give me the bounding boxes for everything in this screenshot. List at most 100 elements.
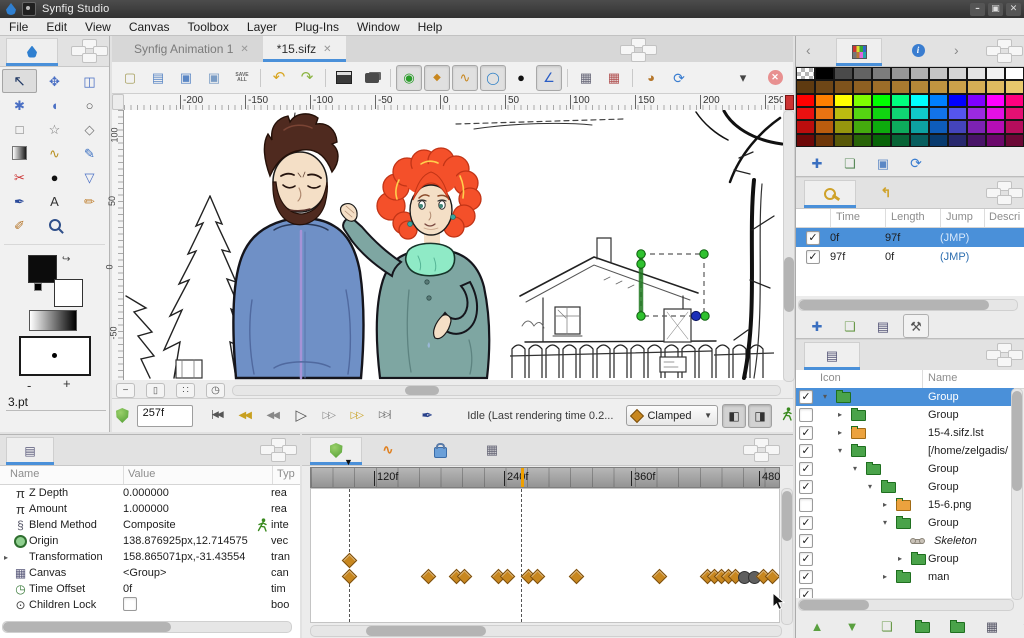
palette-swatch[interactable]: [910, 133, 929, 147]
save-button[interactable]: ▣: [870, 151, 896, 175]
transform-tool-button[interactable]: ↖: [2, 69, 37, 93]
pen-tool-button[interactable]: ✒: [2, 189, 37, 213]
palette-swatch[interactable]: [815, 133, 834, 147]
palette-swatch[interactable]: [891, 120, 910, 134]
expander-icon[interactable]: ▸: [835, 410, 845, 419]
next-frame-button[interactable]: ▷▷: [315, 405, 341, 427]
param-checkbox[interactable]: [123, 596, 137, 611]
fill-color-swatch[interactable]: [54, 279, 83, 307]
render-button[interactable]: [331, 65, 357, 91]
reset-colors-icon[interactable]: [34, 283, 42, 291]
palette-swatch[interactable]: [929, 80, 948, 94]
palette-swatch[interactable]: [815, 93, 834, 107]
palette-swatch[interactable]: [891, 93, 910, 107]
expander-icon[interactable]: ▸: [880, 500, 890, 509]
dock-handle[interactable]: [986, 343, 1023, 367]
close-tab-icon[interactable]: ✕: [323, 44, 331, 55]
stop-button[interactable]: ✕: [762, 65, 788, 91]
outline-width-field[interactable]: 3.pt: [6, 394, 106, 411]
palette-swatch[interactable]: [872, 67, 891, 81]
layer-row[interactable]: ✓ ▾ Group: [796, 514, 1014, 532]
palette-swatch[interactable]: [796, 80, 815, 94]
palette-swatch[interactable]: [948, 120, 967, 134]
palette-swatch[interactable]: [929, 133, 948, 147]
layer-row[interactable]: ✓ Skeleton: [796, 532, 1014, 550]
menu-help[interactable]: Help: [409, 19, 452, 35]
ruler-corner[interactable]: [112, 94, 124, 110]
minimize-button[interactable]: –: [970, 2, 985, 16]
width-decrease-button[interactable]: -: [27, 378, 31, 393]
palette-swatch[interactable]: [834, 106, 853, 121]
param-value[interactable]: Composite: [123, 519, 253, 531]
palette-swatch[interactable]: [834, 80, 853, 94]
palette-swatch[interactable]: [929, 106, 948, 121]
layer-checkbox[interactable]: [799, 498, 813, 512]
refresh-button[interactable]: ⟳: [903, 151, 929, 175]
dock-handle[interactable]: [986, 39, 1023, 63]
palette-swatch[interactable]: [796, 120, 815, 134]
layers-horizontal-scrollbar[interactable]: [798, 599, 1014, 611]
interpolation-dropdown[interactable]: Clamped ▼: [626, 405, 718, 426]
tab-keyframes[interactable]: [804, 180, 856, 208]
menu-view[interactable]: View: [76, 19, 120, 35]
palette-swatch[interactable]: [986, 133, 1005, 147]
mirror-tool-button[interactable]: ◫: [72, 69, 107, 93]
layers-vertical-scrollbar[interactable]: [1011, 388, 1023, 600]
vertex-ducks-button[interactable]: ◆: [424, 64, 450, 91]
expander-icon[interactable]: ▾: [835, 446, 845, 455]
palette-swatch[interactable]: [834, 120, 853, 134]
tab-library[interactable]: ▦: [472, 437, 512, 462]
waypoint-diamond[interactable]: [568, 568, 585, 585]
smooth-move-tool-button[interactable]: ✥: [37, 69, 72, 93]
waypoint-diamond[interactable]: [420, 568, 437, 585]
palette-swatch[interactable]: [853, 67, 872, 81]
palette-swatch[interactable]: [872, 93, 891, 107]
palette-swatch[interactable]: [948, 106, 967, 121]
palette-swatch[interactable]: [967, 133, 986, 147]
text-tool-button[interactable]: A: [37, 189, 72, 213]
open-button[interactable]: ▤: [145, 65, 171, 91]
rectangle-tool-button[interactable]: □: [2, 117, 37, 141]
layer-row[interactable]: ✓ ▾ Group: [796, 460, 1014, 478]
waypoint-diamond[interactable]: [651, 568, 668, 585]
redo-button[interactable]: ↷: [294, 65, 320, 91]
palette-swatch[interactable]: [1005, 106, 1024, 121]
palette-swatch[interactable]: [796, 133, 815, 147]
seek-end-button[interactable]: ▷▷|: [371, 405, 397, 427]
waypoint-diamond[interactable]: [341, 552, 358, 569]
time-cursor[interactable]: [521, 468, 524, 487]
palette-swatch[interactable]: [929, 120, 948, 134]
delete-layer-button[interactable]: ▦: [979, 614, 1005, 638]
layer-row[interactable]: ✓ ▸ man: [796, 568, 1014, 586]
page-small-button[interactable]: ▯: [146, 383, 165, 398]
layer-checkbox[interactable]: [799, 408, 813, 422]
palette-swatch[interactable]: [834, 133, 853, 147]
palette-swatch[interactable]: [967, 120, 986, 134]
add-button[interactable]: ✚: [804, 314, 830, 338]
tab-toolbox[interactable]: [6, 38, 58, 66]
tab-params[interactable]: ▤: [6, 437, 54, 465]
palette-swatch[interactable]: [967, 67, 986, 81]
angle-ducks-button[interactable]: ∠: [536, 64, 562, 91]
width-increase-button[interactable]: +: [63, 376, 71, 391]
gradient-tool-button[interactable]: [2, 141, 37, 165]
keyframe-jump-link[interactable]: (JMP): [940, 251, 986, 263]
waypoint-diamond[interactable]: [341, 568, 358, 585]
timetrack-area[interactable]: [310, 488, 780, 623]
radius-ducks-button[interactable]: ◯: [480, 64, 506, 91]
dock-handle[interactable]: [620, 38, 657, 62]
layer-checkbox[interactable]: ✓: [799, 552, 813, 566]
window-menu-icon[interactable]: [22, 2, 36, 16]
param-value[interactable]: [123, 596, 253, 614]
keyframes-horizontal-scrollbar[interactable]: [798, 299, 1018, 311]
palette-swatch[interactable]: [929, 93, 948, 107]
save-all-button[interactable]: SAVE ALL: [229, 65, 255, 91]
palette-swatch[interactable]: [872, 106, 891, 121]
palette-swatch[interactable]: [948, 133, 967, 147]
keyframe-checkbox[interactable]: ✓: [806, 249, 820, 264]
menu-layer[interactable]: Layer: [238, 19, 286, 35]
expander-icon[interactable]: ▸: [835, 428, 845, 437]
layer-checkbox[interactable]: ✓: [799, 444, 813, 458]
param-value[interactable]: 0f: [123, 583, 253, 595]
circle-tool-button[interactable]: ○: [72, 93, 107, 117]
